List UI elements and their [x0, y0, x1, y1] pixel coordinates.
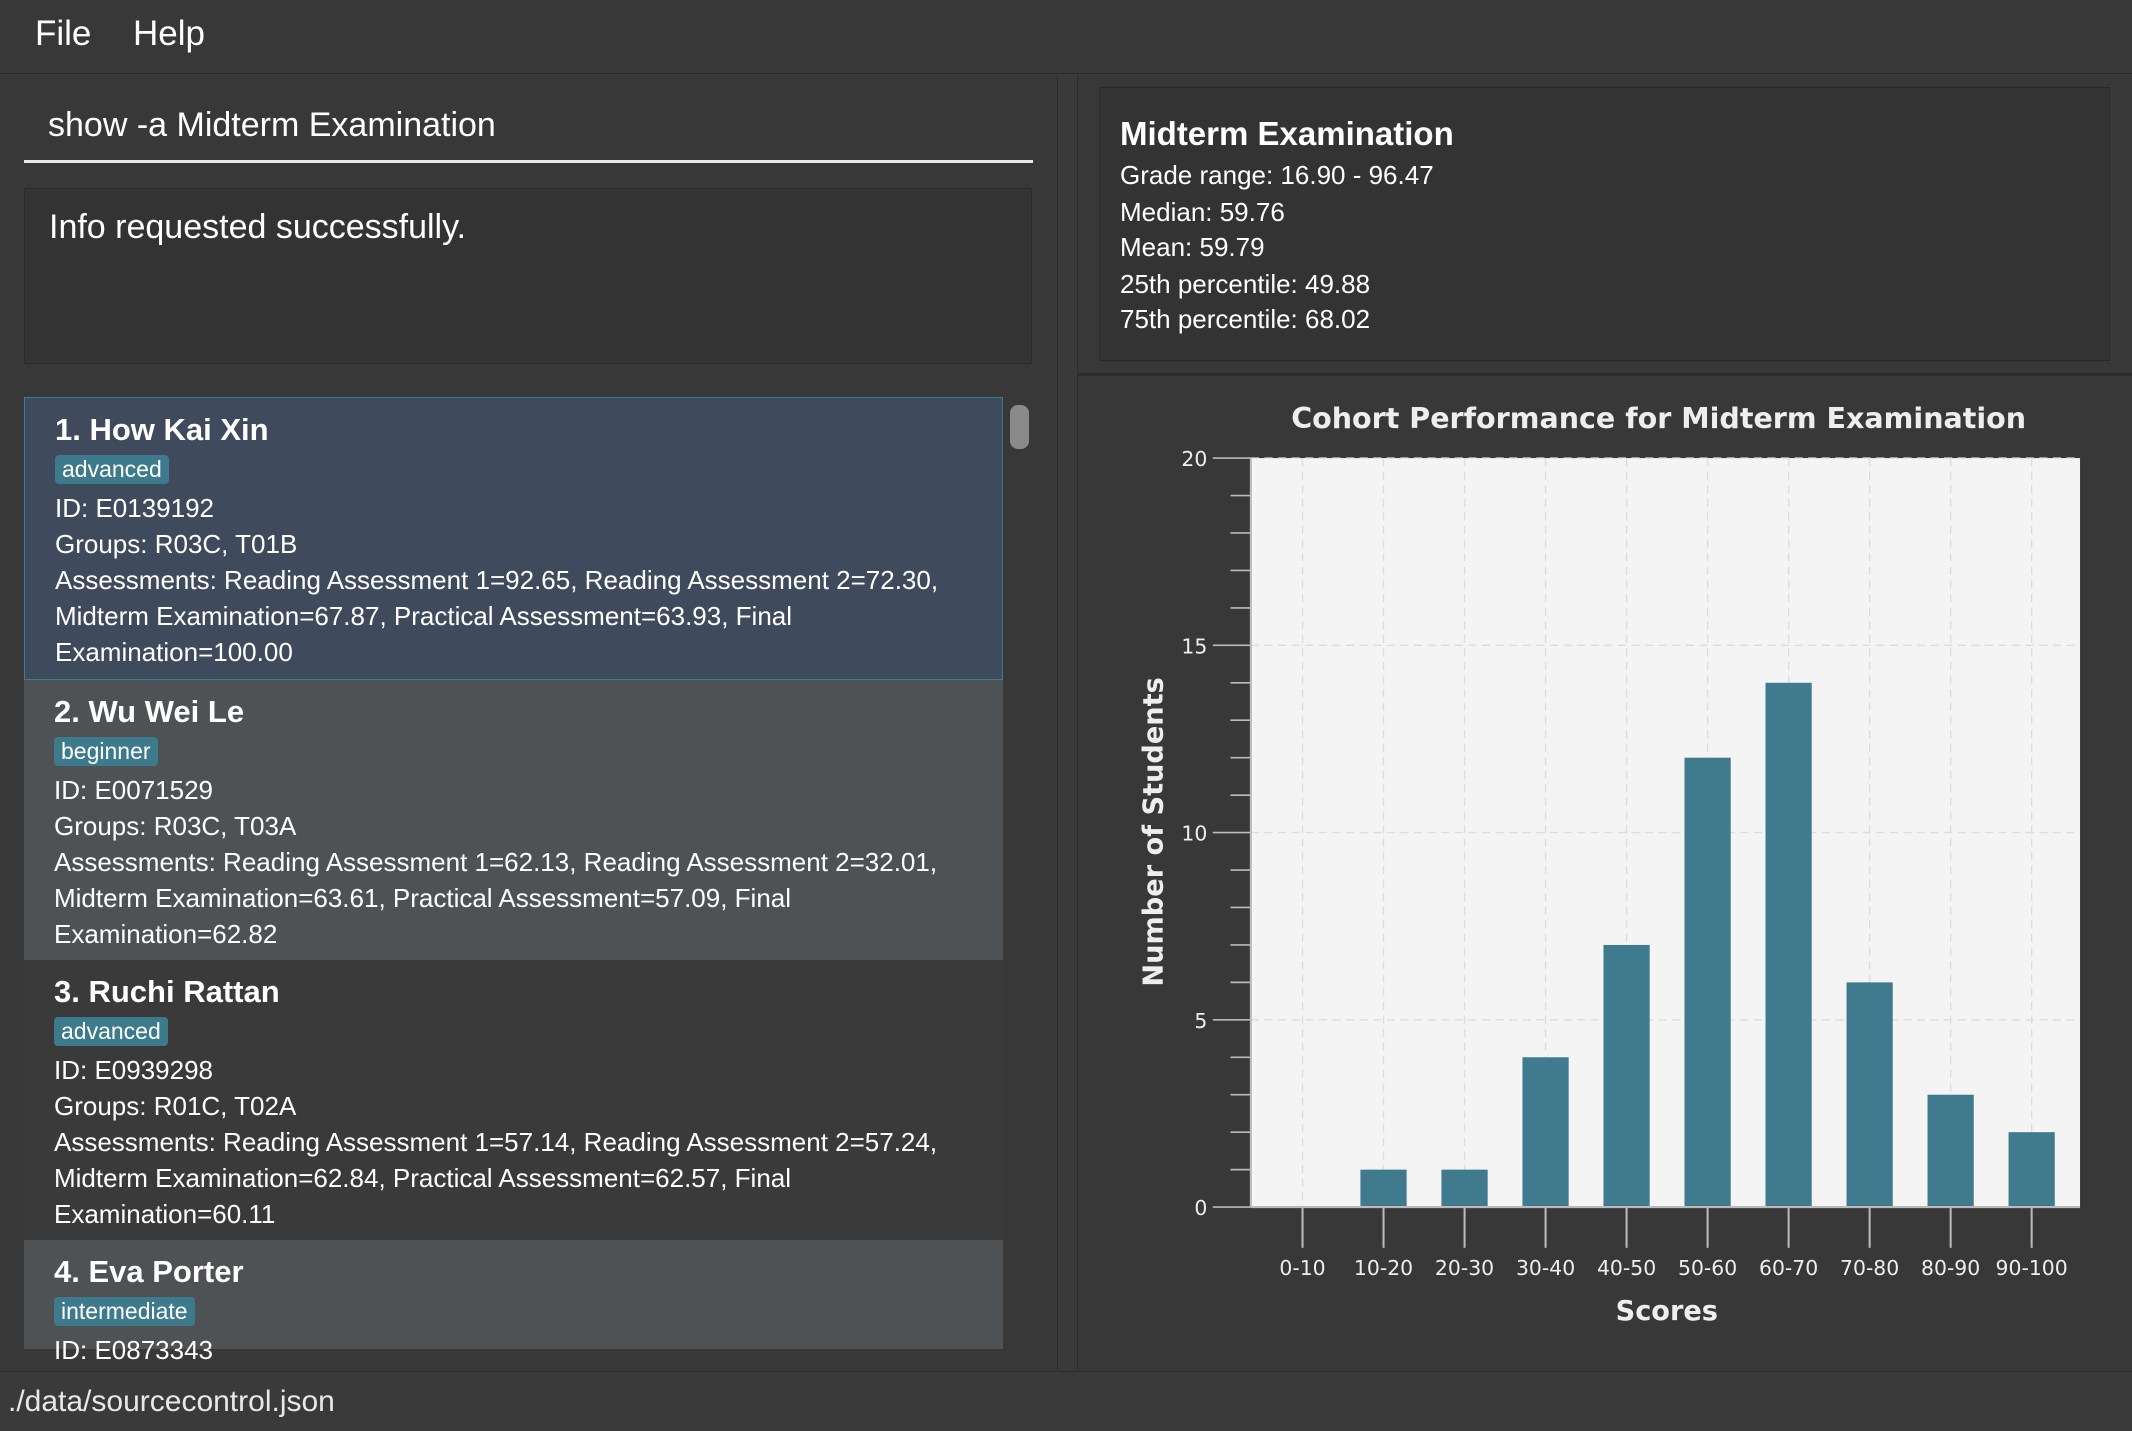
bar-30-40 [1522, 1057, 1569, 1208]
x-tick-label: 10-20 [1354, 1256, 1413, 1280]
chart-title: Cohort Performance for Midterm Examinati… [1291, 402, 2026, 435]
x-tick-label: 20-30 [1435, 1256, 1494, 1280]
x-tick-label: 30-40 [1516, 1256, 1575, 1280]
y-axis-label: Number of Students [1139, 677, 1170, 986]
y-tick-label: 0 [1194, 1196, 1207, 1220]
bar-50-60 [1684, 757, 1731, 1208]
y-tick-label: 20 [1181, 447, 1207, 471]
x-tick-label: 40-50 [1597, 1256, 1656, 1280]
bar-70-80 [1846, 982, 1893, 1208]
x-axis-label: Scores [1616, 1296, 1718, 1327]
bar-20-30 [1441, 1169, 1488, 1208]
x-tick-label: 0-10 [1279, 1256, 1325, 1280]
y-tick-label: 5 [1194, 1009, 1207, 1033]
file-path: ./data/sourcecontrol.json [8, 1385, 335, 1418]
bar-chart: Cohort Performance for Midterm Examinati… [1139, 402, 2081, 1327]
x-tick-label: 80-90 [1921, 1256, 1980, 1280]
bar-40-50 [1603, 944, 1650, 1208]
x-tick-label: 60-70 [1759, 1256, 1818, 1280]
x-tick-label: 70-80 [1840, 1256, 1899, 1280]
x-tick-label: 50-60 [1678, 1256, 1737, 1280]
y-tick-label: 10 [1181, 822, 1207, 846]
bar-80-90 [1927, 1094, 1974, 1208]
app-window: File Help Info requested successfully. 1… [0, 0, 2132, 1431]
y-tick-label: 15 [1181, 634, 1207, 658]
status-bar: ./data/sourcecontrol.json [0, 1371, 2132, 1431]
x-tick-label: 90-100 [1996, 1256, 2068, 1280]
bar-10-20 [1360, 1169, 1407, 1208]
bar-60-70 [1765, 682, 1812, 1208]
bar-90-100 [2008, 1132, 2055, 1208]
